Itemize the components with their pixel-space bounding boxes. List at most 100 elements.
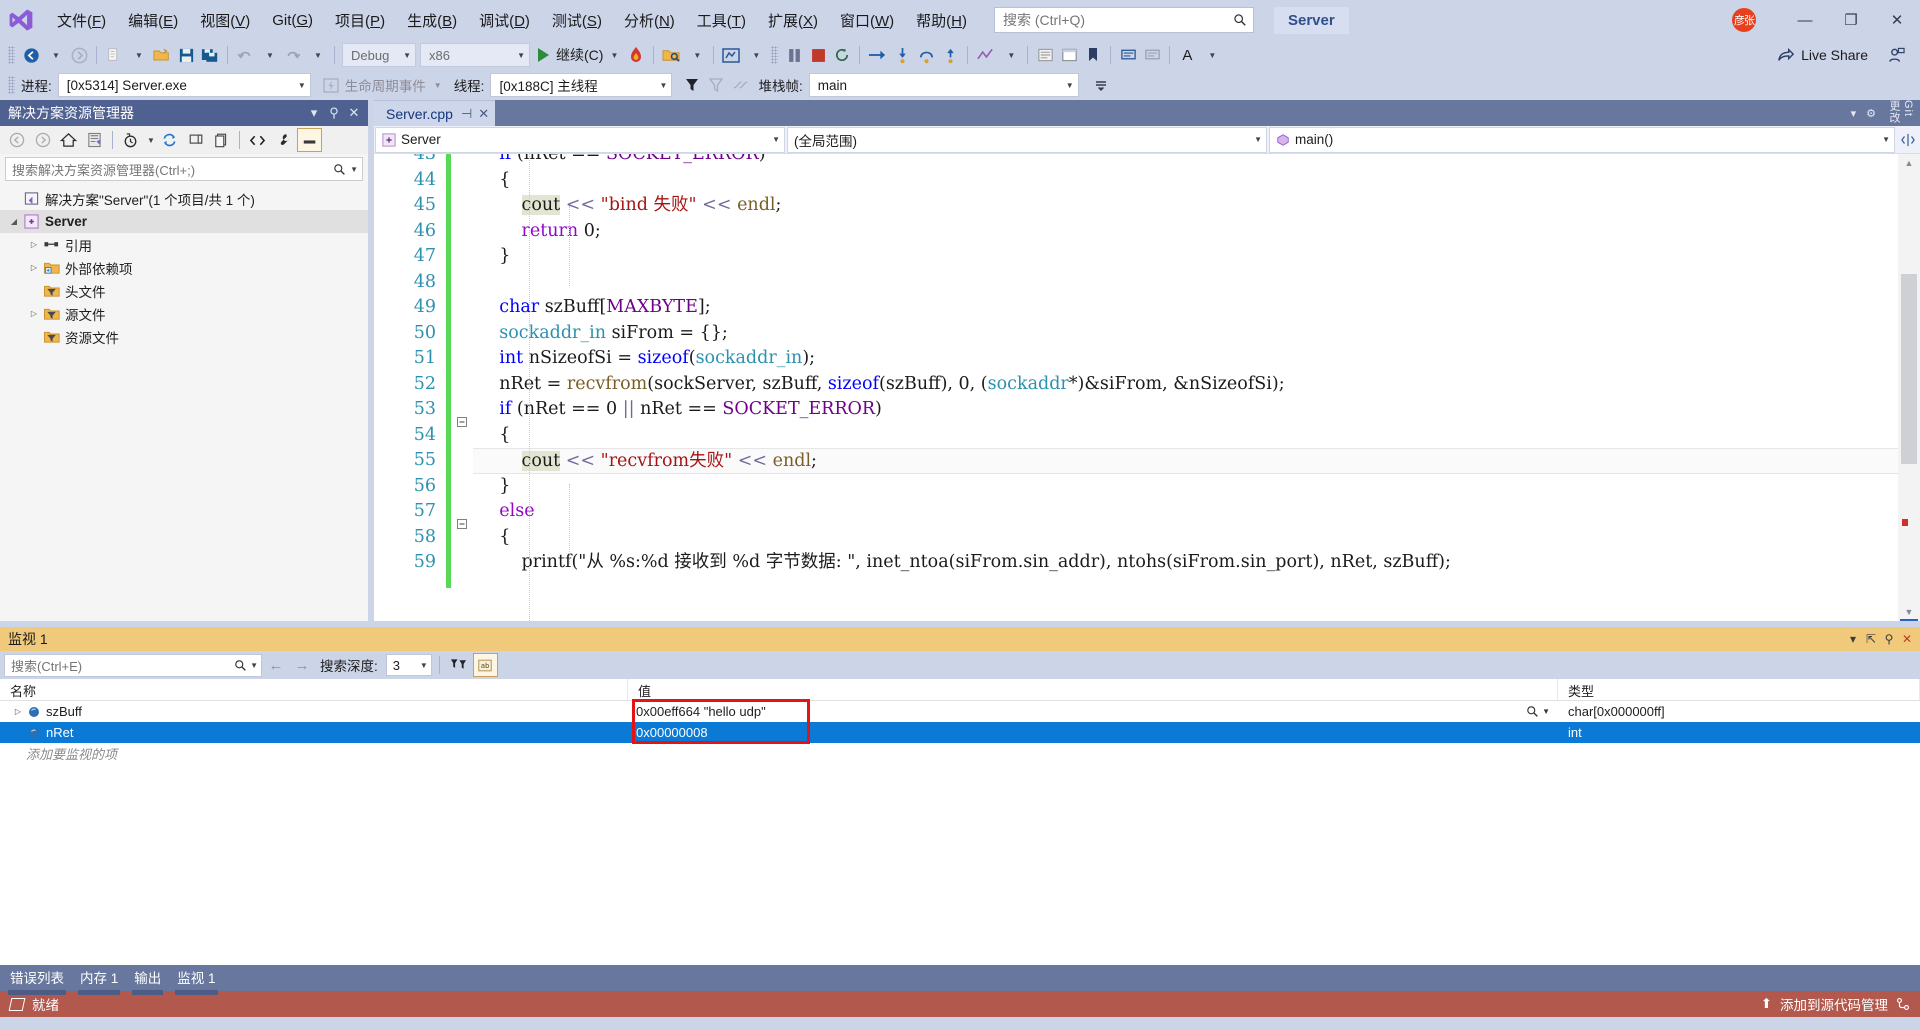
- code-line[interactable]: {: [473, 168, 1898, 194]
- menu-item-7[interactable]: 测试(S): [541, 6, 613, 35]
- comment-icon[interactable]: [1116, 42, 1140, 68]
- debug-toolbar-grip[interactable]: [8, 76, 15, 94]
- save-all-icon[interactable]: [198, 42, 222, 68]
- outlining-margin[interactable]: [451, 154, 473, 621]
- unfilter-threads-icon[interactable]: [704, 72, 728, 98]
- tree-item-1[interactable]: ◢ Server: [0, 210, 368, 233]
- solution-name-chip[interactable]: Server: [1273, 6, 1349, 34]
- quick-search-input[interactable]: 搜索 (Ctrl+Q): [993, 7, 1254, 33]
- chevron-down-icon[interactable]: ▼: [350, 165, 358, 174]
- code-line[interactable]: if (nRet == 0 || nRet == SOCKET_ERROR): [473, 397, 1898, 423]
- code-line[interactable]: {: [473, 423, 1898, 449]
- bottom-tab-0[interactable]: 错误列表: [4, 964, 70, 995]
- new-item-icon[interactable]: [102, 42, 126, 68]
- navigate-back-icon[interactable]: [19, 42, 43, 68]
- scroll-up-arrow-icon[interactable]: ▲: [1898, 154, 1920, 172]
- feedback-person-icon[interactable]: [1884, 42, 1908, 68]
- code-line[interactable]: }: [473, 474, 1898, 500]
- step-into-icon[interactable]: [890, 42, 914, 68]
- process-combo[interactable]: [0x5314] Server.exe ▼: [57, 73, 311, 97]
- se-preview-pane-icon[interactable]: [297, 128, 322, 152]
- menu-item-8[interactable]: 分析(N): [613, 6, 686, 35]
- font-size-dropdown[interactable]: ▼: [1199, 42, 1223, 68]
- watch-pin-column-icon[interactable]: [447, 652, 471, 678]
- tree-item-0[interactable]: 解决方案"Server"(1 个项目/共 1 个): [0, 187, 368, 210]
- menu-item-10[interactable]: 扩展(X): [757, 6, 829, 35]
- bottom-tab-2[interactable]: 输出: [128, 964, 167, 995]
- attach-dropdown[interactable]: ▼: [684, 42, 708, 68]
- close-button[interactable]: ✕: [1874, 0, 1920, 40]
- value-visualizer-magnifier-icon[interactable]: ▼: [1526, 705, 1550, 718]
- se-refresh-icon[interactable]: [157, 128, 182, 152]
- watch-hex-display-icon[interactable]: ab: [472, 653, 498, 677]
- menu-item-0[interactable]: 文件(F): [46, 6, 117, 35]
- scrollbar-thumb[interactable]: [1901, 274, 1917, 464]
- code-line[interactable]: printf("从 %s:%d 接收到 %d 字节数据: ", inet_nto…: [473, 550, 1898, 576]
- font-size-icon[interactable]: A: [1175, 42, 1199, 68]
- nav-member-combo[interactable]: main() ▼: [1269, 126, 1895, 153]
- watch-add-item-row[interactable]: 添加要监视的项: [0, 743, 1920, 764]
- source-control-icon[interactable]: [1896, 997, 1910, 1011]
- redo-dropdown[interactable]: ▼: [305, 42, 329, 68]
- show-next-statement-icon[interactable]: [865, 42, 890, 68]
- gear-icon[interactable]: ⚙: [1866, 107, 1876, 120]
- live-share-button[interactable]: Live Share: [1771, 42, 1874, 68]
- se-switch-views-icon[interactable]: [82, 128, 107, 152]
- solution-explorer-search-input[interactable]: 搜索解决方案资源管理器(Ctrl+;) ▼: [5, 157, 363, 181]
- code-line[interactable]: nRet = recvfrom(sockServer, szBuff, size…: [473, 372, 1898, 398]
- menu-item-4[interactable]: 项目(P): [324, 6, 396, 35]
- hot-reload-icon[interactable]: [624, 42, 648, 68]
- pin-icon[interactable]: ⊣: [461, 106, 472, 122]
- se-pending-dropdown[interactable]: ▼: [144, 128, 156, 152]
- status-up-arrow-icon[interactable]: ⬆: [1761, 996, 1772, 1012]
- user-avatar[interactable]: 彦张: [1732, 8, 1756, 32]
- editor-scrollbar[interactable]: ▲ ▼: [1898, 154, 1920, 621]
- toolbar-overflow-icon[interactable]: [1089, 72, 1113, 98]
- watch-window-icon[interactable]: [1057, 42, 1081, 68]
- toolbar-grip-2[interactable]: [771, 46, 779, 64]
- se-collapse-all-icon[interactable]: [183, 128, 208, 152]
- undo-icon[interactable]: [233, 42, 257, 68]
- watch-row[interactable]: ▷ szBuff 0x00eff664 "hello udp" ▼ char[0x000…: [0, 701, 1920, 722]
- continue-button[interactable]: 继续(C) ▼: [532, 42, 624, 68]
- solution-platform-combo[interactable]: x86 ▼: [420, 43, 530, 67]
- tree-item-3[interactable]: ▷ 外部依赖项: [0, 256, 368, 279]
- code-line[interactable]: [473, 270, 1898, 296]
- chevron-down-icon[interactable]: ▼: [250, 661, 258, 670]
- collapsed-chevron-icon[interactable]: ▷: [26, 309, 42, 318]
- outlining-collapse-icon[interactable]: [451, 409, 473, 435]
- tree-item-2[interactable]: ▷ 引用: [0, 233, 368, 256]
- outlining-collapse-icon[interactable]: [451, 511, 473, 537]
- se-forward-icon[interactable]: [30, 128, 55, 152]
- memory-window-icon[interactable]: [1033, 42, 1057, 68]
- maximize-button[interactable]: ❐: [1828, 0, 1874, 40]
- search-depth-combo[interactable]: 3 ▼: [385, 654, 432, 676]
- undo-dropdown[interactable]: ▼: [257, 42, 281, 68]
- code-line[interactable]: else: [473, 499, 1898, 525]
- filter-threads-icon[interactable]: [680, 72, 704, 98]
- break-dropdown[interactable]: ▼: [743, 42, 767, 68]
- se-properties-icon[interactable]: [271, 128, 296, 152]
- source-control-label[interactable]: 添加到源代码管理: [1780, 994, 1888, 1014]
- close-icon[interactable]: ✕: [344, 105, 364, 121]
- menu-item-12[interactable]: 帮助(H): [905, 6, 978, 35]
- git-changes-vertical-label[interactable]: Git 更改: [1886, 100, 1914, 126]
- close-icon[interactable]: ✕: [478, 106, 489, 122]
- watch-row-name-cell[interactable]: nRet: [0, 725, 628, 740]
- code-line[interactable]: {: [473, 525, 1898, 551]
- split-view-icon[interactable]: [1896, 133, 1920, 147]
- menu-item-2[interactable]: 视图(V): [189, 6, 261, 35]
- menu-item-3[interactable]: Git(G): [261, 8, 324, 33]
- flatten-frames-icon[interactable]: [728, 72, 752, 98]
- collapsed-chevron-icon[interactable]: ▷: [26, 240, 42, 249]
- step-over-icon[interactable]: [914, 42, 938, 68]
- expanded-chevron-icon[interactable]: ◢: [6, 217, 22, 226]
- lifecycle-chevron-icon[interactable]: ▼: [434, 81, 442, 90]
- bottom-tab-3[interactable]: 监视 1: [171, 964, 221, 995]
- nav-scope-combo[interactable]: (全局范围) ▼: [787, 126, 1267, 153]
- code-line[interactable]: int nSizeofSi = sizeof(sockaddr_in);: [473, 346, 1898, 372]
- step-out-icon[interactable]: [938, 42, 962, 68]
- se-back-icon[interactable]: [4, 128, 29, 152]
- watch-col-name[interactable]: 名称: [0, 679, 628, 700]
- code-line[interactable]: char szBuff[MAXBYTE];: [473, 295, 1898, 321]
